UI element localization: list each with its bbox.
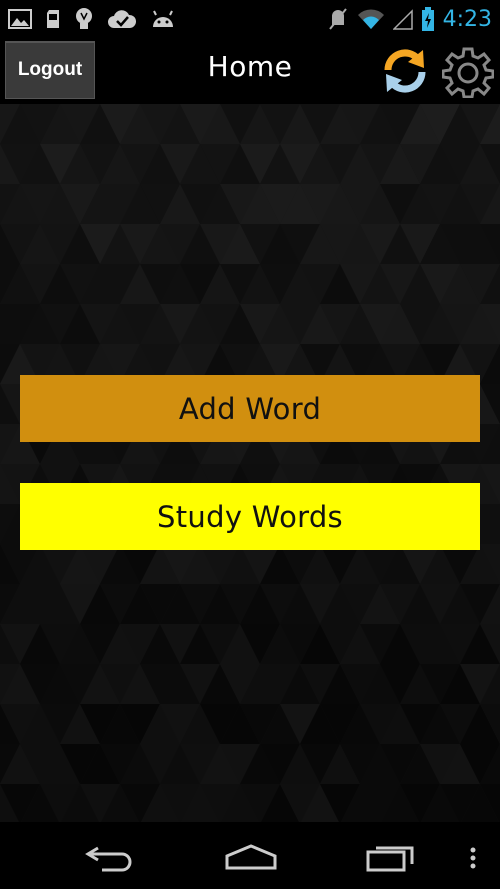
status-bar: 4:23	[0, 0, 500, 38]
action-bar: Logout Home	[0, 38, 500, 104]
notification-icons	[8, 7, 176, 31]
main-content: Add Word Study Words	[0, 104, 500, 822]
settings-icon[interactable]	[442, 46, 494, 98]
study-words-button[interactable]: Study Words	[20, 483, 480, 550]
add-word-button[interactable]: Add Word	[20, 375, 480, 442]
signal-icon	[392, 9, 413, 30]
image-icon	[8, 9, 32, 29]
wifi-icon	[357, 9, 384, 29]
overflow-menu-icon[interactable]	[468, 846, 478, 870]
status-time: 4:23	[442, 6, 492, 32]
home-icon[interactable]	[224, 844, 278, 870]
sd-card-icon	[47, 10, 59, 28]
lightbulb-icon	[76, 8, 92, 29]
mute-icon	[328, 8, 347, 30]
android-icon	[153, 10, 173, 27]
battery-icon	[421, 7, 434, 31]
recent-apps-icon[interactable]	[366, 842, 416, 872]
triangle-pattern-background	[0, 104, 500, 822]
check-cloud-icon	[108, 10, 136, 28]
back-icon[interactable]	[84, 842, 136, 872]
navigation-bar	[0, 822, 500, 889]
system-icons: 4:23	[327, 6, 492, 32]
logout-button[interactable]: Logout	[5, 41, 95, 99]
refresh-icon[interactable]	[380, 46, 430, 96]
